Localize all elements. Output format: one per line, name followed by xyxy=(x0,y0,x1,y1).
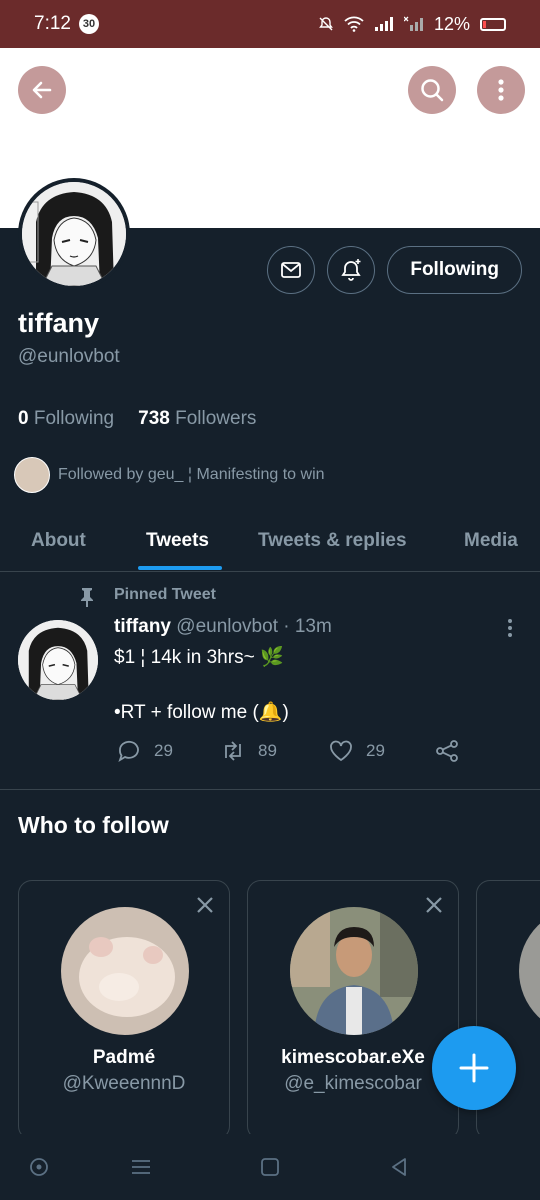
wifi-icon xyxy=(344,16,364,32)
suggestion-name: Padmé xyxy=(92,1047,156,1068)
heart-icon xyxy=(330,740,352,762)
back-button[interactable] xyxy=(18,66,66,114)
tweet-meta: @eunlovbot · 13m xyxy=(176,616,332,637)
profile-actions: Following xyxy=(267,246,522,294)
signal-icon xyxy=(374,17,393,31)
suggestion-name: kimescobar.eXe xyxy=(281,1047,425,1068)
system-nav-bar xyxy=(0,1134,540,1200)
tweet-actions: 29 89 29 xyxy=(114,738,474,768)
avatar-illustration xyxy=(22,182,126,286)
message-button[interactable] xyxy=(267,246,316,294)
vertical-dots-icon xyxy=(498,79,504,101)
mute-bell-icon xyxy=(319,17,333,31)
like-count: 29 xyxy=(366,741,385,760)
followed-by-text: Followed by geu_ ¦ Manifesting to win xyxy=(58,466,325,483)
notifications-button[interactable] xyxy=(327,246,376,294)
retweet-count: 89 xyxy=(258,741,277,760)
section-divider xyxy=(0,789,540,790)
tab-media[interactable]: Media xyxy=(464,510,518,572)
status-bar: 7:12 30 12% xyxy=(0,0,540,48)
status-icons: 12% xyxy=(318,14,506,35)
notification-count-badge: 30 xyxy=(78,14,99,34)
profile-handle: @eunlovbot xyxy=(18,346,120,367)
close-icon[interactable] xyxy=(424,895,444,915)
reply-count: 29 xyxy=(154,741,173,760)
retweet-icon xyxy=(225,741,241,761)
profile-avatar[interactable] xyxy=(18,178,130,290)
tab-tweets[interactable]: Tweets xyxy=(146,510,209,572)
follow-suggestion-card[interactable]: Padmé @KweeennnD xyxy=(18,880,230,1140)
active-tab-indicator xyxy=(138,566,222,570)
suggestion-avatar xyxy=(519,907,540,1035)
tweet-more-icon[interactable] xyxy=(500,616,520,640)
pin-icon xyxy=(81,588,93,607)
suggestion-handle: @KweeennnD xyxy=(62,1073,186,1094)
follow-suggestion-card[interactable]: kimescobar.eXe @e_kimescobar xyxy=(247,880,459,1140)
battery-icon xyxy=(480,17,506,31)
tweet-text-line: •RT + follow me (🔔) xyxy=(114,702,289,723)
like-button[interactable]: 29 xyxy=(328,738,385,764)
tweet-author-name[interactable]: tiffany xyxy=(114,616,171,637)
reply-icon xyxy=(118,740,139,763)
search-icon xyxy=(421,79,444,102)
suggestion-avatar xyxy=(290,907,418,1035)
followers-count-link[interactable]: 738 Followers xyxy=(138,408,256,430)
share-icon xyxy=(436,740,458,762)
status-time: 7:12 xyxy=(34,13,71,34)
search-button[interactable] xyxy=(408,66,456,114)
avatar-illustration xyxy=(18,620,98,700)
more-options-button[interactable] xyxy=(477,66,525,114)
recent-apps-icon[interactable] xyxy=(130,1156,152,1178)
suggestion-avatar xyxy=(61,907,189,1035)
followed-by-row[interactable]: Followed by geu_ ¦ Manifesting to win xyxy=(14,457,325,493)
tweet-header: tiffany @eunlovbot · 13m xyxy=(114,616,332,638)
home-icon[interactable] xyxy=(259,1156,281,1178)
battery-percent: 12% xyxy=(433,13,470,34)
bell-plus-icon xyxy=(341,259,362,281)
mail-icon xyxy=(281,262,302,278)
following-count-link[interactable]: 0 Following xyxy=(18,408,114,430)
share-button[interactable] xyxy=(434,738,460,764)
reply-button[interactable]: 29 xyxy=(116,738,173,764)
tab-about[interactable]: About xyxy=(31,510,86,572)
system-back-icon[interactable] xyxy=(388,1156,410,1178)
person-photo xyxy=(290,907,418,1035)
follower-avatar xyxy=(14,457,50,493)
suggestion-handle: @e_kimescobar xyxy=(284,1073,422,1094)
profile-tabs: About Tweets Tweets & replies Media xyxy=(0,510,540,572)
plus-icon xyxy=(459,1053,489,1083)
pinned-tweet-label: Pinned Tweet xyxy=(114,586,216,603)
tweet-author-avatar[interactable] xyxy=(18,620,98,700)
compose-tweet-button[interactable] xyxy=(432,1026,516,1110)
signal-no-service-icon xyxy=(403,16,423,31)
hamster-photo xyxy=(61,907,189,1035)
follow-counts: 0 Following 738 Followers xyxy=(18,408,256,430)
tweet-text-line: $1 ¦ 14k in 3hrs~ 🌿 xyxy=(114,647,284,668)
close-icon[interactable] xyxy=(195,895,215,915)
profile-name: tiffany xyxy=(18,308,99,338)
back-arrow-icon xyxy=(32,81,52,99)
retweet-button[interactable]: 89 xyxy=(220,738,277,764)
tab-tweets-replies[interactable]: Tweets & replies xyxy=(258,510,407,572)
assistant-icon[interactable] xyxy=(28,1156,50,1178)
following-button[interactable]: Following xyxy=(387,246,522,294)
who-to-follow-title: Who to follow xyxy=(18,812,169,838)
